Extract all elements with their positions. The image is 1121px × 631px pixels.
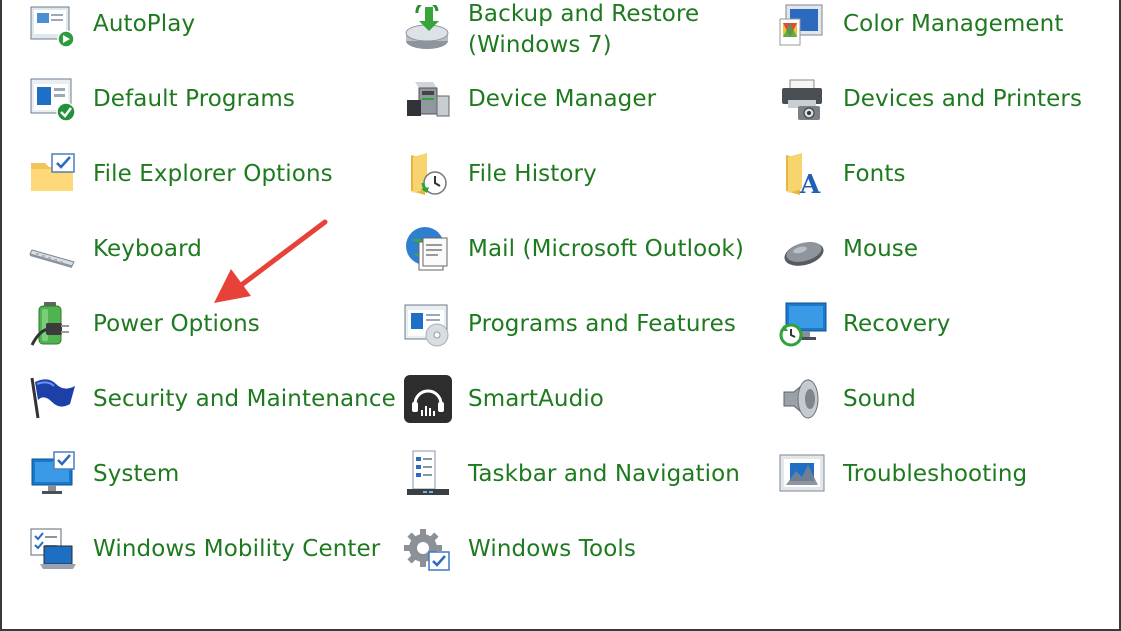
item-label: SmartAudio (468, 385, 604, 412)
item-label: Recovery (843, 310, 951, 337)
item-label: Mail (Microsoft Outlook) (468, 235, 744, 262)
item-mouse[interactable]: Mouse (778, 219, 918, 279)
item-device-manager[interactable]: Device Manager (403, 69, 656, 129)
item-security-maintenance[interactable]: Security and Maintenance (28, 369, 396, 429)
item-label: Device Manager (468, 85, 657, 112)
item-label: Sound (843, 385, 916, 412)
autoplay-icon (28, 0, 78, 49)
backup-restore-icon (403, 5, 453, 55)
troubleshooting-icon (778, 449, 828, 499)
item-power-options[interactable]: Power Options (28, 294, 260, 354)
item-label: Power Options (93, 310, 260, 337)
device-manager-icon (403, 74, 453, 124)
file-history-icon (403, 149, 453, 199)
flag-icon (28, 374, 78, 424)
programs-features-icon (403, 299, 453, 349)
item-autoplay[interactable]: AutoPlay (28, 0, 195, 54)
item-label: Troubleshooting (843, 460, 1028, 487)
taskbar-icon (403, 449, 453, 499)
item-taskbar-navigation[interactable]: Taskbar and Navigation (403, 444, 740, 504)
item-label: AutoPlay (93, 10, 196, 37)
item-label: Devices and Printers (843, 85, 1083, 112)
item-label: Keyboard (93, 235, 202, 262)
speaker-icon (778, 374, 828, 424)
headphones-icon (403, 374, 453, 424)
item-troubleshooting[interactable]: Troubleshooting (778, 444, 1027, 504)
item-system[interactable]: System (28, 444, 179, 504)
item-label: File Explorer Options (93, 160, 333, 187)
battery-plug-icon (28, 299, 78, 349)
item-label: Programs and Features (468, 310, 736, 337)
color-management-icon (778, 0, 828, 49)
item-label: Security and Maintenance (93, 385, 396, 412)
item-windows-tools[interactable]: Windows Tools (403, 519, 636, 579)
gear-icon (403, 524, 453, 574)
recovery-icon (778, 299, 828, 349)
folder-options-icon (28, 149, 78, 199)
item-label: Mouse (843, 235, 919, 262)
item-label: Windows Tools (468, 535, 636, 562)
monitor-check-icon (28, 449, 78, 499)
mouse-icon (778, 224, 828, 274)
item-programs-features[interactable]: Programs and Features (403, 294, 736, 354)
item-label: Taskbar and Navigation (468, 460, 740, 487)
item-label: Backup and Restore (Windows 7) (468, 1, 700, 58)
item-file-explorer-options[interactable]: File Explorer Options (28, 144, 333, 204)
item-label: Windows Mobility Center (93, 535, 381, 562)
default-programs-icon (28, 74, 78, 124)
item-sound[interactable]: Sound (778, 369, 916, 429)
item-recovery[interactable]: Recovery (778, 294, 950, 354)
item-label: Default Programs (93, 85, 295, 112)
item-smartaudio[interactable]: SmartAudio (403, 369, 604, 429)
item-mail-outlook[interactable]: Mail (Microsoft Outlook) (403, 219, 744, 279)
item-label: File History (468, 160, 597, 187)
item-file-history[interactable]: File History (403, 144, 597, 204)
devices-printers-icon (778, 74, 828, 124)
item-label: System (93, 460, 180, 487)
item-fonts[interactable]: A Fonts (778, 144, 906, 204)
item-devices-printers[interactable]: Devices and Printers (778, 69, 1082, 129)
item-keyboard[interactable]: Keyboard (28, 219, 202, 279)
item-default-programs[interactable]: Default Programs (28, 69, 295, 129)
svg-text:A: A (799, 170, 821, 199)
fonts-icon: A (778, 149, 828, 199)
mail-icon (403, 224, 453, 274)
item-windows-mobility-center[interactable]: Windows Mobility Center (28, 519, 380, 579)
keyboard-icon (28, 224, 78, 274)
item-label: Color Management (843, 10, 1064, 37)
item-label: Fonts (843, 160, 906, 187)
mobility-center-icon (28, 524, 78, 574)
item-backup-restore[interactable]: Backup and Restore (Windows 7) (403, 0, 699, 66)
item-color-management[interactable]: Color Management (778, 0, 1063, 54)
